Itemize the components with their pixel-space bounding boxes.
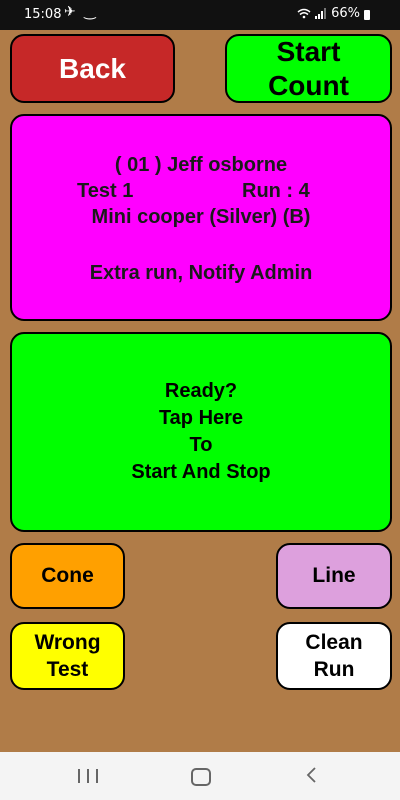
status-time: 15:08 <box>24 7 62 22</box>
start-stop-tap-area[interactable]: Ready? Tap Here To Start And Stop <box>10 332 392 532</box>
airplane-icon: ✈ <box>64 4 78 20</box>
run-info-panel: ( 01 ) Jeff osborne Test 1 Run : 4 Mini … <box>10 114 392 321</box>
battery-percentage: 66% <box>331 6 360 21</box>
back-button[interactable]: Back <box>10 34 175 103</box>
start-count-button[interactable]: Start Count <box>225 34 392 103</box>
status-bar: 15:08 ✈ ‿ 66% <box>0 0 400 30</box>
notice-label: Extra run, Notify Admin <box>89 262 313 284</box>
signal-icon <box>315 8 327 19</box>
line-button[interactable]: Line <box>276 543 392 609</box>
cone-button[interactable]: Cone <box>10 543 125 609</box>
run-label: Run : 4 <box>242 180 310 202</box>
battery-icon <box>364 9 370 20</box>
home-icon[interactable] <box>191 768 211 786</box>
voicemail-icon: ‿ <box>84 4 98 20</box>
car-label: Mini cooper (Silver) (B) <box>91 206 311 228</box>
wrong-test-button[interactable]: Wrong Test <box>10 622 125 690</box>
status-right-icons: 66% <box>297 6 370 21</box>
driver-label: ( 01 ) Jeff osborne <box>114 154 288 176</box>
status-left-icons: ✈ ‿ <box>64 4 97 20</box>
test-label: Test 1 <box>77 180 134 202</box>
back-icon[interactable] <box>305 766 317 784</box>
wifi-icon <box>297 8 311 19</box>
recent-apps-icon[interactable] <box>78 769 98 783</box>
clean-run-button[interactable]: Clean Run <box>276 622 392 690</box>
navigation-bar <box>0 752 400 800</box>
